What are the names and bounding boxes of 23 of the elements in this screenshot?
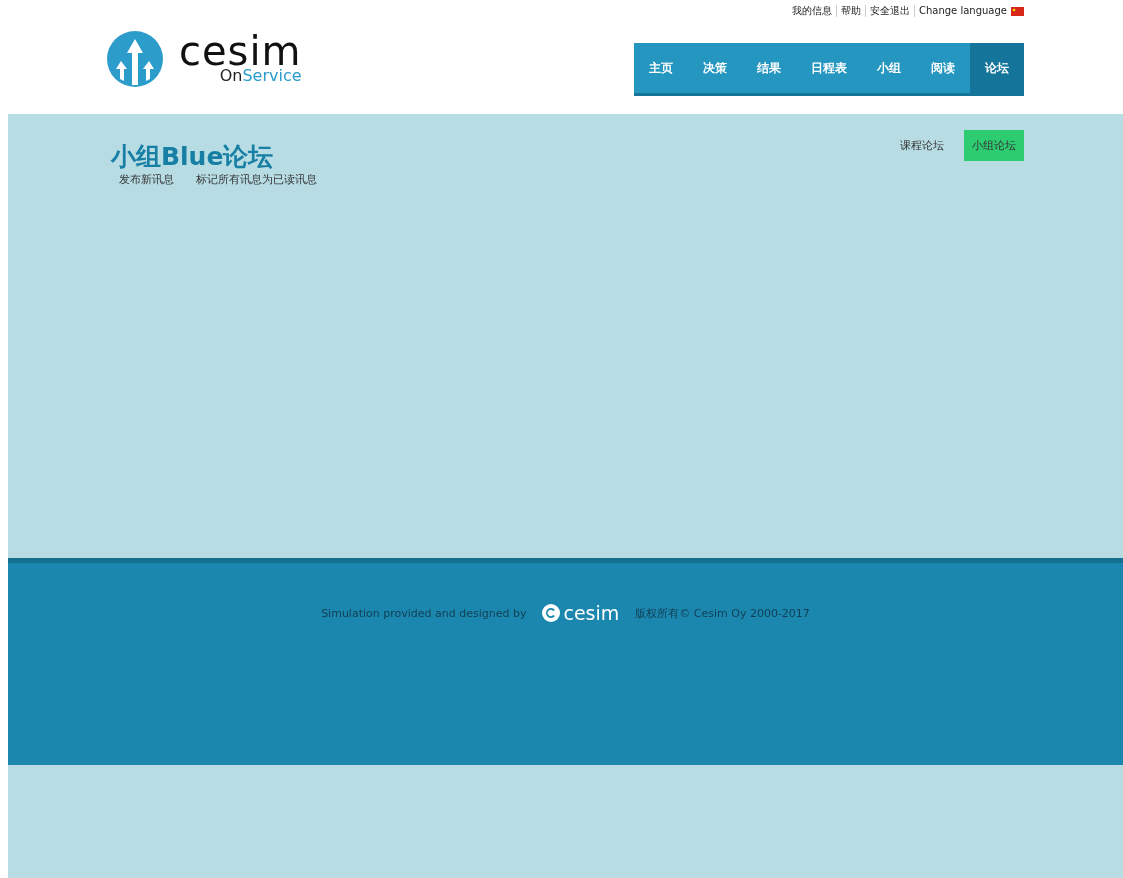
logo-subtitle: OnService — [219, 68, 302, 84]
top-link[interactable]: 安全退出 — [864, 5, 914, 17]
flag-icon — [1011, 6, 1024, 16]
nav-item[interactable]: 论坛 — [970, 43, 1024, 93]
cesim-logo-icon — [542, 604, 561, 622]
top-link[interactable]: 我的信息 — [787, 5, 836, 17]
forum-action-link[interactable]: 标记所有讯息为已读讯息 — [196, 172, 317, 187]
arrows-logo-icon — [107, 31, 163, 87]
forum-tab[interactable]: 课程论坛 — [892, 130, 952, 161]
nav-item[interactable]: 小组 — [862, 43, 916, 93]
nav-item[interactable]: 阅读 — [916, 43, 970, 93]
nav-item[interactable]: 决策 — [688, 43, 742, 93]
copyright-text: 版权所有© Cesim Oy 2000-2017 — [635, 605, 810, 621]
nav-item[interactable]: 日程表 — [796, 43, 862, 93]
top-link[interactable]: 帮助 — [835, 5, 865, 17]
footer-logo-wordmark: cesim — [563, 604, 620, 622]
nav-item[interactable]: 结果 — [742, 43, 796, 93]
nav-item[interactable]: 主页 — [634, 43, 688, 93]
credit-text: Simulation provided and designed by — [321, 606, 527, 620]
forum-tab[interactable]: 小组论坛 — [964, 130, 1024, 161]
forum-title: 小组Blue论坛 — [111, 142, 275, 172]
logo-wordmark: cesim — [179, 34, 302, 68]
forum-action-link[interactable]: 发布新讯息 — [119, 172, 174, 187]
